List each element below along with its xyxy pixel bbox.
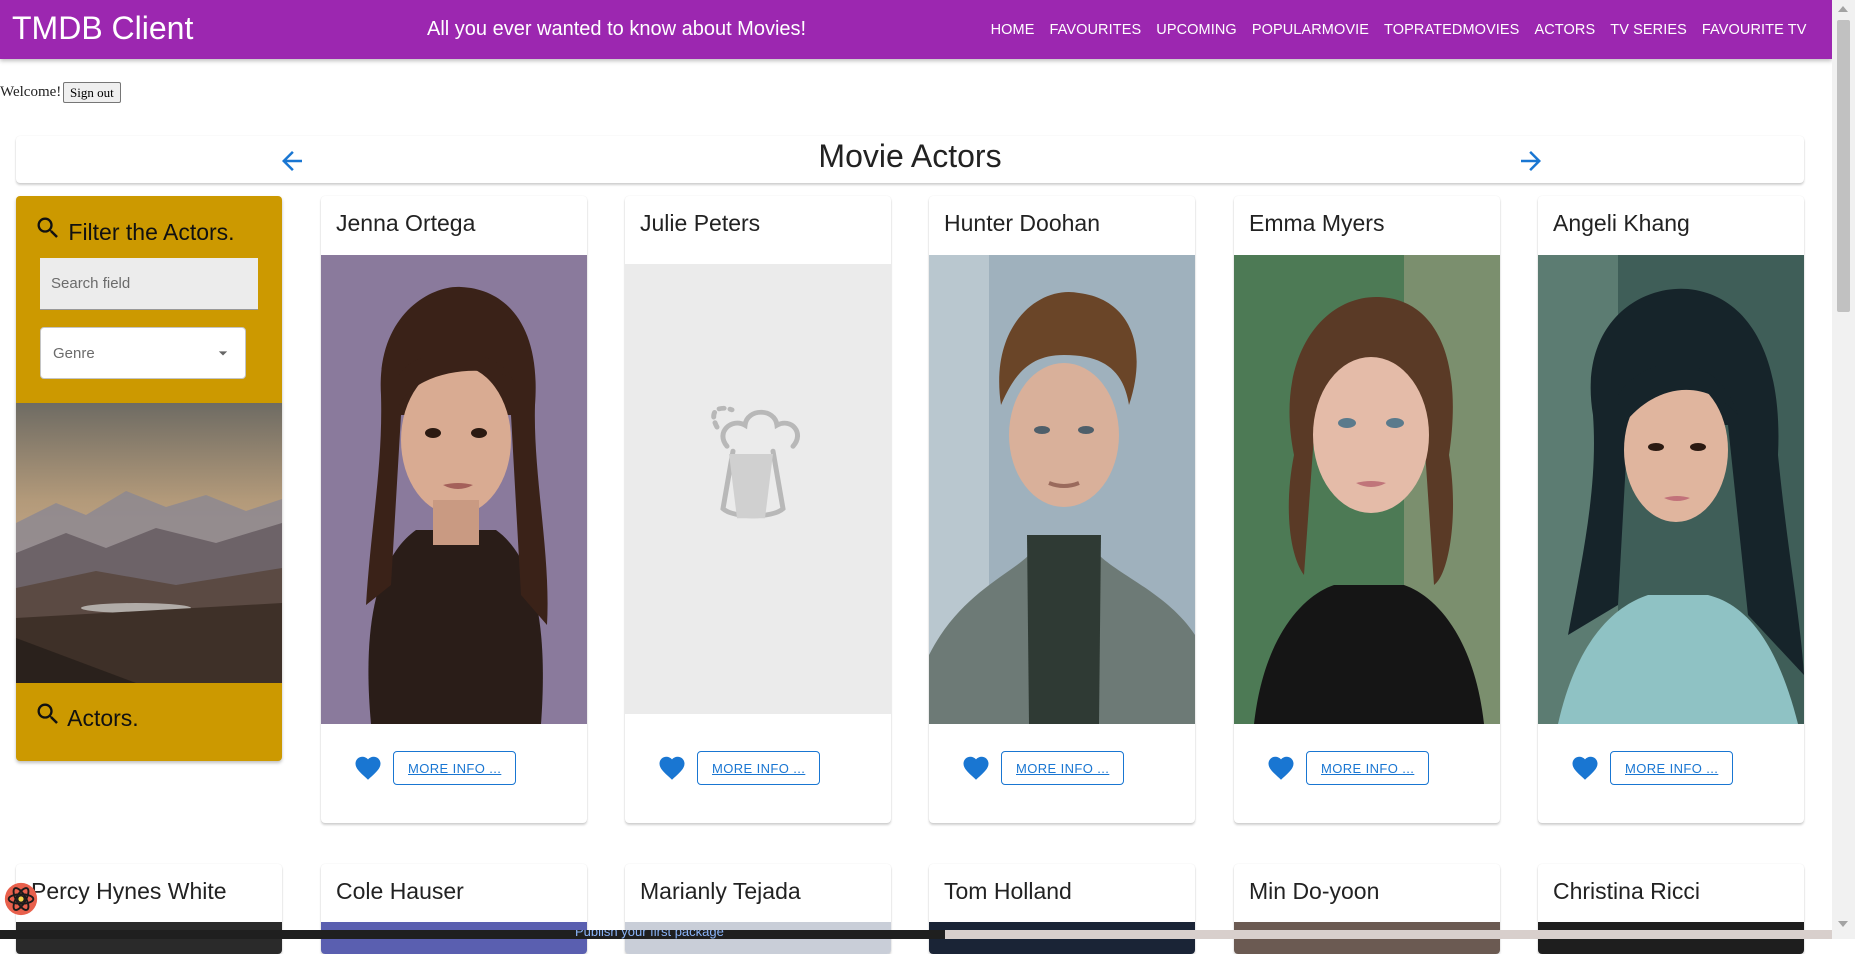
nav-favourite-tv[interactable]: FAVOURITE TV — [1694, 22, 1814, 38]
actor-card: Min Do-yoon — [1234, 864, 1500, 954]
filter-heading-label: Filter the Actors. — [68, 219, 235, 245]
main-nav: HOME FAVOURITES UPCOMING POPULARMOVIE TO… — [983, 0, 1814, 59]
card-actions: MORE INFO ... — [961, 751, 1125, 785]
heart-icon[interactable] — [961, 753, 991, 783]
nav-actors[interactable]: ACTORS — [1527, 22, 1603, 38]
dropdown-arrow-icon — [218, 351, 228, 356]
vertical-scrollbar[interactable] — [1832, 0, 1855, 939]
more-info-button[interactable]: MORE INFO ... — [393, 751, 517, 785]
search-icon — [37, 217, 58, 238]
actor-card: Tom Holland — [929, 864, 1195, 954]
actor-name: Min Do-yoon — [1249, 878, 1380, 904]
landscape-image — [16, 403, 282, 683]
more-info-button[interactable]: MORE INFO ... — [1306, 751, 1430, 785]
more-info-button[interactable]: MORE INFO ... — [1610, 751, 1734, 785]
actor-card: Cole Hauser — [321, 864, 587, 954]
bottom-strip: Publish your first package — [0, 930, 1832, 939]
app-bar: TMDB Client All you ever wanted to know … — [0, 0, 1832, 59]
filter-heading: Filter the Actors. — [34, 214, 235, 246]
actor-name: Marianly Tejada — [640, 878, 801, 904]
filter-card: Filter the Actors. Genre Actors. — [16, 196, 282, 761]
welcome-text: Welcome! — [0, 84, 62, 100]
arrow-forward-icon[interactable] — [1516, 146, 1546, 176]
card-actions: MORE INFO ... — [353, 751, 517, 785]
actor-name: Emma Myers — [1249, 210, 1385, 236]
nav-top-rated-movies[interactable]: TOPRATEDMOVIES — [1377, 22, 1527, 38]
more-info-button[interactable]: MORE INFO ... — [697, 751, 821, 785]
actor-card: Christina Ricci — [1538, 864, 1804, 954]
page-header: Movie Actors — [16, 136, 1804, 183]
actor-card: Julie Peters MORE INFO ... — [625, 196, 891, 823]
nav-tv-series[interactable]: TV SERIES — [1603, 22, 1695, 38]
actor-card: Hunter Doohan MORE INFO ... — [929, 196, 1195, 823]
genre-select-label: Genre — [53, 344, 95, 362]
react-query-devtools-icon[interactable] — [2, 880, 40, 918]
filter-footer-label: Actors. — [67, 705, 139, 731]
taskbar-text: Publish your first package — [575, 930, 724, 939]
heart-icon[interactable] — [1266, 753, 1296, 783]
app-title: TMDB Client — [12, 10, 194, 46]
heart-icon[interactable] — [657, 753, 687, 783]
heart-icon[interactable] — [353, 753, 383, 783]
actor-name: Percy Hynes White — [31, 878, 227, 904]
actor-photo[interactable] — [929, 255, 1195, 724]
app-tagline: All you ever wanted to know about Movies… — [427, 18, 807, 40]
actor-name: Hunter Doohan — [944, 210, 1100, 236]
nav-popular-movie[interactable]: POPULARMOVIE — [1244, 22, 1376, 38]
scroll-down-icon[interactable] — [1838, 921, 1848, 927]
actor-name: Angeli Khang — [1553, 210, 1690, 236]
actor-photo[interactable] — [1538, 255, 1804, 724]
placeholder-popcorn-icon[interactable] — [625, 264, 891, 714]
card-actions: MORE INFO ... — [1266, 751, 1430, 785]
scrollbar-thumb[interactable] — [1837, 20, 1850, 312]
actor-card: Jenna Ortega MORE INFO ... — [321, 196, 587, 823]
actor-name: Julie Peters — [640, 210, 761, 236]
search-input[interactable] — [40, 258, 258, 310]
actor-card: Angeli Khang MORE INFO ... — [1538, 196, 1804, 823]
card-actions: MORE INFO ... — [1570, 751, 1734, 785]
nav-home[interactable]: HOME — [983, 22, 1042, 38]
actor-name: Tom Holland — [944, 878, 1072, 904]
actor-photo[interactable] — [1234, 255, 1500, 724]
nav-upcoming[interactable]: UPCOMING — [1149, 22, 1245, 38]
actor-name: Jenna Ortega — [336, 210, 476, 236]
more-info-button[interactable]: MORE INFO ... — [1001, 751, 1125, 785]
scroll-up-icon[interactable] — [1838, 6, 1848, 12]
actor-card: Marianly Tejada — [625, 864, 891, 954]
actor-name: Christina Ricci — [1553, 878, 1700, 904]
actor-card: Percy Hynes White — [16, 864, 282, 954]
actor-card: Emma Myers MORE INFO ... — [1234, 196, 1500, 823]
sign-out-button[interactable]: Sign out — [63, 82, 121, 103]
genre-select[interactable]: Genre — [40, 327, 246, 379]
search-icon — [37, 703, 58, 724]
heart-icon[interactable] — [1570, 753, 1600, 783]
taskbar-preview — [945, 930, 1832, 939]
actor-name: Cole Hauser — [336, 878, 464, 904]
filter-footer: Actors. — [34, 700, 139, 732]
nav-favourites[interactable]: FAVOURITES — [1042, 22, 1149, 38]
card-actions: MORE INFO ... — [657, 751, 821, 785]
actor-photo[interactable] — [321, 255, 587, 724]
